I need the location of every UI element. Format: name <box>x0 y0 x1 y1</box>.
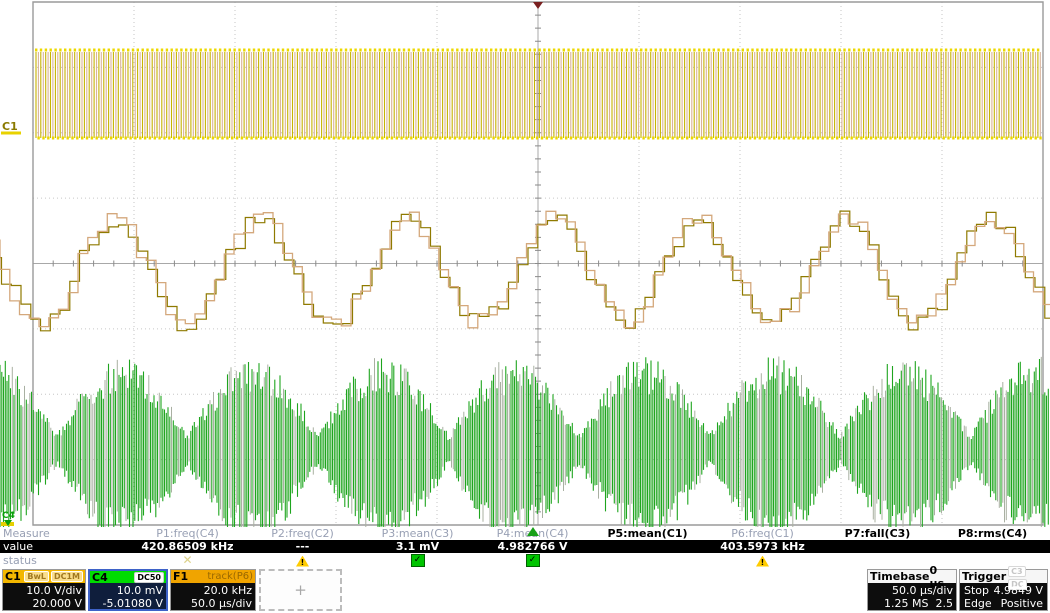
oscilloscope-screen: C1 C4 Measure P1:freq(C4) P2:freq(C2) P3:… <box>0 0 1050 613</box>
timebase-descriptor-box[interactable]: Timebase 0 µs 50.0 µs/div 1.25 MS2.5 GS/… <box>867 569 957 611</box>
trigger-type: Edge <box>964 597 992 610</box>
c1-descriptor-box[interactable]: C1 BwL DC1M 10.0 V/div 20.000 V <box>2 569 86 611</box>
c1-ground-marker: C1 <box>2 120 18 133</box>
measure-p5-label[interactable]: P5:mean(C1) <box>590 527 705 540</box>
trigger-source-badge: C3 <box>1008 566 1025 577</box>
f1-title: F1 <box>173 570 188 583</box>
measure-row-label: Measure <box>0 527 130 540</box>
c1-title: C1 <box>5 570 21 583</box>
c1-coupling-badge: DC1M <box>51 571 83 582</box>
timebase-title: Timebase <box>870 570 930 583</box>
trigger-slope: Positive <box>1001 597 1043 610</box>
measure-p1-label[interactable]: P1:freq(C4) <box>130 527 245 540</box>
c4-ground-marker: C4 <box>2 511 15 521</box>
c4-am-trace <box>0 357 1048 528</box>
trigger-position-marker <box>533 2 543 9</box>
measure-p1-value: 420.86509 kHz <box>130 540 245 553</box>
f1-time-per-div: 50.0 µs/div <box>174 597 252 610</box>
trigger-level: 4.9849 V <box>993 584 1043 597</box>
measure-p7-label[interactable]: P7:fall(C3) <box>820 527 935 540</box>
status-row-label: status <box>0 554 130 567</box>
c1-offset: 20.000 V <box>6 597 82 610</box>
p6-status-warning-icon: ! <box>756 556 769 567</box>
c4-volts-per-div: 10.0 mV <box>93 584 163 597</box>
f1-function-label: track(P6) <box>207 570 253 583</box>
c4-coupling-badge: DC50 <box>134 572 164 583</box>
trigger-mode: Stop <box>964 584 989 597</box>
measure-p8-label[interactable]: P8:rms(C4) <box>935 527 1050 540</box>
timebase-per-div: 50.0 µs/div <box>871 584 953 597</box>
measure-p6-value: 403.5973 kHz <box>705 540 820 553</box>
measure-p2-label[interactable]: P2:freq(C2) <box>245 527 360 540</box>
measure-value-row: value 420.86509 kHz --- 3.1 mV 4.982766 … <box>0 540 1050 553</box>
measure-p3-value: 3.1 mV <box>360 540 475 553</box>
p2-status-warning-icon: ! <box>296 556 309 567</box>
scope-display: C1 C4 <box>0 0 1050 527</box>
graticule-grid <box>33 2 1043 525</box>
measure-header-row: Measure P1:freq(C4) P2:freq(C2) P3:mean(… <box>0 527 1050 540</box>
p1-status-invalid-icon: ✕ <box>182 554 192 567</box>
f1-descriptor-box[interactable]: F1 track(P6) 20.0 kHz 50.0 µs/div <box>170 569 256 611</box>
descriptor-bar: C1 BwL DC1M 10.0 V/div 20.000 V C4 DC50 … <box>0 569 1050 613</box>
c1-volts-per-div: 10.0 V/div <box>6 584 82 597</box>
timebase-samples: 1.25 MS <box>884 597 928 610</box>
c4-title: C4 <box>92 571 108 584</box>
measure-table: Measure P1:freq(C4) P2:freq(C2) P3:mean(… <box>0 527 1050 568</box>
c1-bwl-badge: BwL <box>24 571 49 582</box>
p4-status-ok-icon: ✓ <box>526 554 540 567</box>
f1-frequency-track-trace <box>0 211 1050 331</box>
measure-status-row: status ✕ ! ✓ ✓ ! <box>0 553 1050 568</box>
measure-p4-value: 4.982766 V <box>475 540 590 553</box>
c4-offset: -5.01080 V <box>93 597 163 610</box>
measure-p6-label[interactable]: P6:freq(C1) <box>705 527 820 540</box>
measure-p2-value: --- <box>245 540 360 553</box>
trigger-time-marker[interactable] <box>527 527 539 536</box>
p3-status-ok-icon: ✓ <box>411 554 425 567</box>
measure-p3-label[interactable]: P3:mean(C3) <box>360 527 475 540</box>
trigger-descriptor-box[interactable]: Trigger C3 DC Stop 4.9849 V Edge Positiv… <box>959 569 1048 611</box>
plus-icon: + <box>294 581 307 599</box>
value-row-label: value <box>0 540 130 553</box>
f1-units-per-div: 20.0 kHz <box>174 584 252 597</box>
c4-descriptor-box[interactable]: C4 DC50 10.0 mV -5.01080 V <box>88 569 168 611</box>
add-trace-placeholder[interactable]: + <box>259 569 342 611</box>
trigger-title: Trigger <box>962 570 1006 583</box>
timebase-rate: 2.5 GS/s <box>928 597 953 613</box>
